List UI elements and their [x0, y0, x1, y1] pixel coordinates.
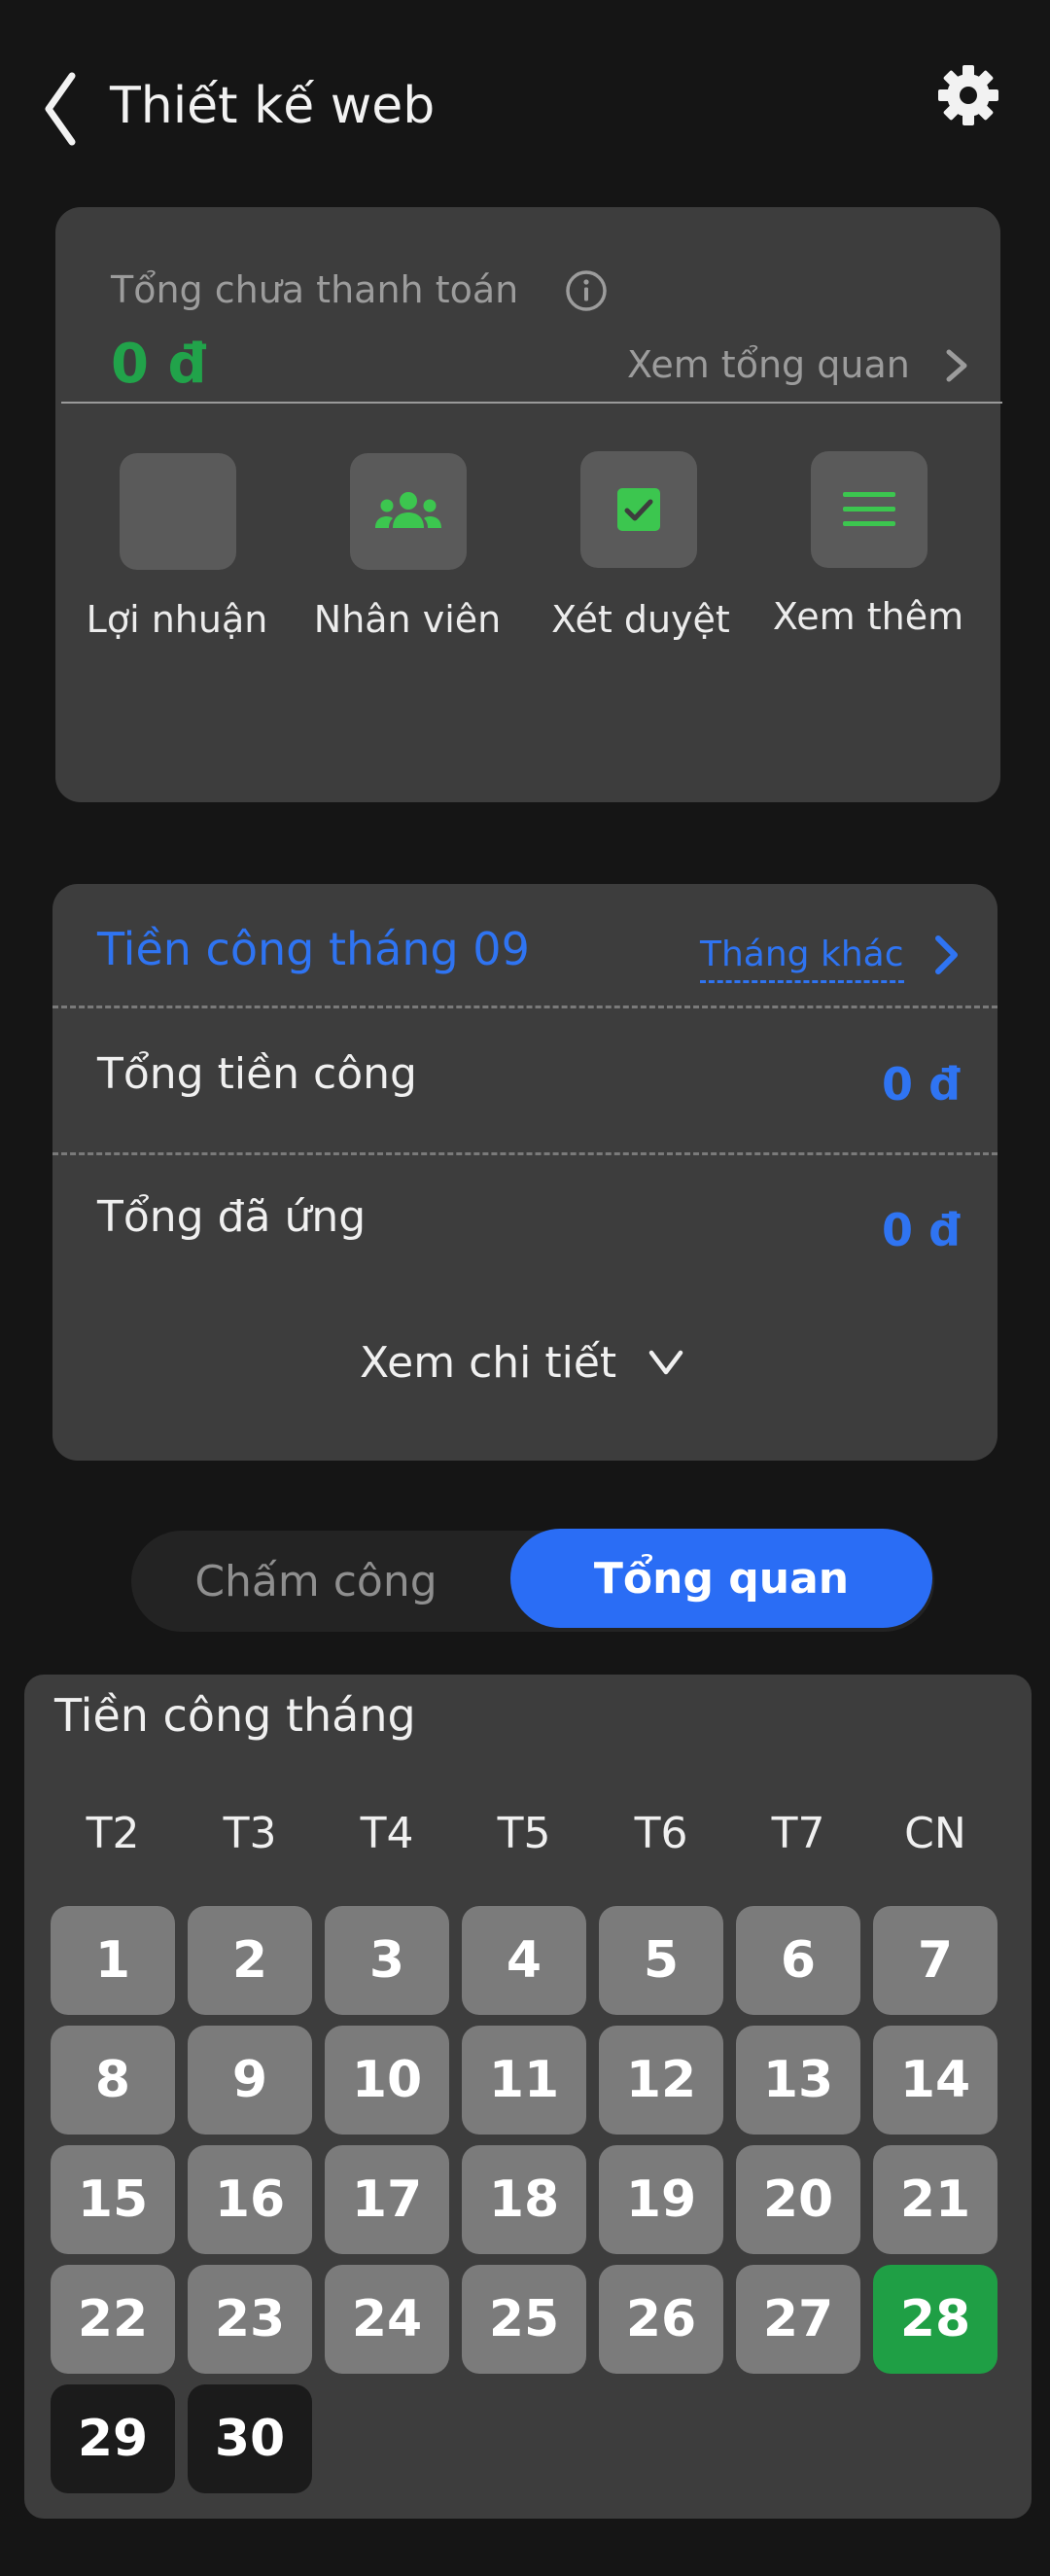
- info-icon[interactable]: [564, 268, 609, 313]
- gear-icon[interactable]: [935, 62, 1001, 128]
- calendar-title: Tiền công tháng: [54, 1689, 416, 1742]
- calendar-day[interactable]: 19: [599, 2145, 723, 2254]
- approval-label: Xét duyệt: [551, 598, 730, 641]
- other-month-link[interactable]: Tháng khác: [700, 930, 904, 983]
- staff-tile[interactable]: [350, 453, 467, 570]
- calendar-day[interactable]: 14: [873, 2026, 998, 2135]
- group-icon: [375, 492, 441, 528]
- calendar-day[interactable]: 13: [736, 2026, 860, 2135]
- calendar-day[interactable]: 15: [51, 2145, 175, 2254]
- wages-title: Tiền công tháng 09: [97, 923, 530, 975]
- weekday-label: CN: [904, 1809, 966, 1858]
- more-tile[interactable]: [811, 451, 928, 568]
- checkbox-icon: [617, 488, 660, 531]
- approval-tile[interactable]: [580, 451, 697, 568]
- calendar-day[interactable]: 16: [188, 2145, 312, 2254]
- calendar-day[interactable]: 1: [51, 1906, 175, 2015]
- total-wage-label: Tổng tiền công: [97, 1049, 417, 1099]
- calendar-day[interactable]: 17: [325, 2145, 449, 2254]
- weekday-label: T3: [223, 1809, 277, 1858]
- calendar-day[interactable]: 10: [325, 2026, 449, 2135]
- weekday-label: T2: [86, 1809, 140, 1858]
- calendar-day[interactable]: 8: [51, 2026, 175, 2135]
- staff-label: Nhân viên: [313, 598, 502, 641]
- calendar-day[interactable]: 20: [736, 2145, 860, 2254]
- calendar-day[interactable]: 11: [462, 2026, 586, 2135]
- menu-icon: [843, 492, 895, 526]
- calendar-day[interactable]: 2: [188, 1906, 312, 2015]
- total-wage-value: 0 đ: [882, 1058, 961, 1111]
- calendar-day[interactable]: 5: [599, 1906, 723, 2015]
- advanced-value: 0 đ: [882, 1204, 961, 1256]
- calendar-day[interactable]: 9: [188, 2026, 312, 2135]
- view-detail-button[interactable]: Xem chi tiết: [360, 1334, 616, 1393]
- calendar-day[interactable]: 7: [873, 1906, 998, 2015]
- calendar-day[interactable]: 26: [599, 2265, 723, 2374]
- back-icon[interactable]: [39, 70, 82, 148]
- calendar-day[interactable]: 30: [188, 2384, 312, 2493]
- calendar-day[interactable]: 4: [462, 1906, 586, 2015]
- divider: [61, 402, 1002, 404]
- chevron-right-icon[interactable]: [943, 348, 970, 383]
- calendar-day[interactable]: 21: [873, 2145, 998, 2254]
- dashed-divider: [52, 1152, 998, 1155]
- calendar-day[interactable]: 22: [51, 2265, 175, 2374]
- page-title: Thiết kế web: [110, 77, 436, 135]
- profit-tile[interactable]: [120, 453, 236, 570]
- weekday-label: T7: [771, 1809, 825, 1858]
- more-label: Xem thêm: [772, 595, 964, 638]
- tab-overview[interactable]: Tổng quan: [510, 1529, 932, 1628]
- tab-timekeeping[interactable]: Chấm công: [131, 1531, 501, 1632]
- overview-link[interactable]: Xem tổng quan: [627, 338, 910, 391]
- dashed-divider: [52, 1006, 998, 1008]
- calendar-day[interactable]: 6: [736, 1906, 860, 2015]
- calendar-day[interactable]: 25: [462, 2265, 586, 2374]
- calendar-day[interactable]: 3: [325, 1906, 449, 2015]
- calendar-day-today[interactable]: 28: [873, 2265, 998, 2374]
- calendar-day[interactable]: 27: [736, 2265, 860, 2374]
- calendar-day[interactable]: 29: [51, 2384, 175, 2493]
- unpaid-amount: 0 đ: [111, 333, 207, 396]
- weekday-label: T5: [497, 1809, 551, 1858]
- profit-label: Lợi nhuận: [86, 598, 268, 641]
- advanced-label: Tổng đã ứng: [97, 1192, 367, 1242]
- calendar-day[interactable]: 18: [462, 2145, 586, 2254]
- calendar-day[interactable]: 23: [188, 2265, 312, 2374]
- calendar-day[interactable]: 24: [325, 2265, 449, 2374]
- chevron-down-icon[interactable]: [648, 1348, 684, 1377]
- weekday-label: T6: [634, 1809, 688, 1858]
- calendar-day[interactable]: 12: [599, 2026, 723, 2135]
- weekday-label: T4: [360, 1809, 414, 1858]
- chevron-right-icon[interactable]: [931, 934, 961, 976]
- unpaid-label: Tổng chưa thanh toán: [111, 268, 519, 311]
